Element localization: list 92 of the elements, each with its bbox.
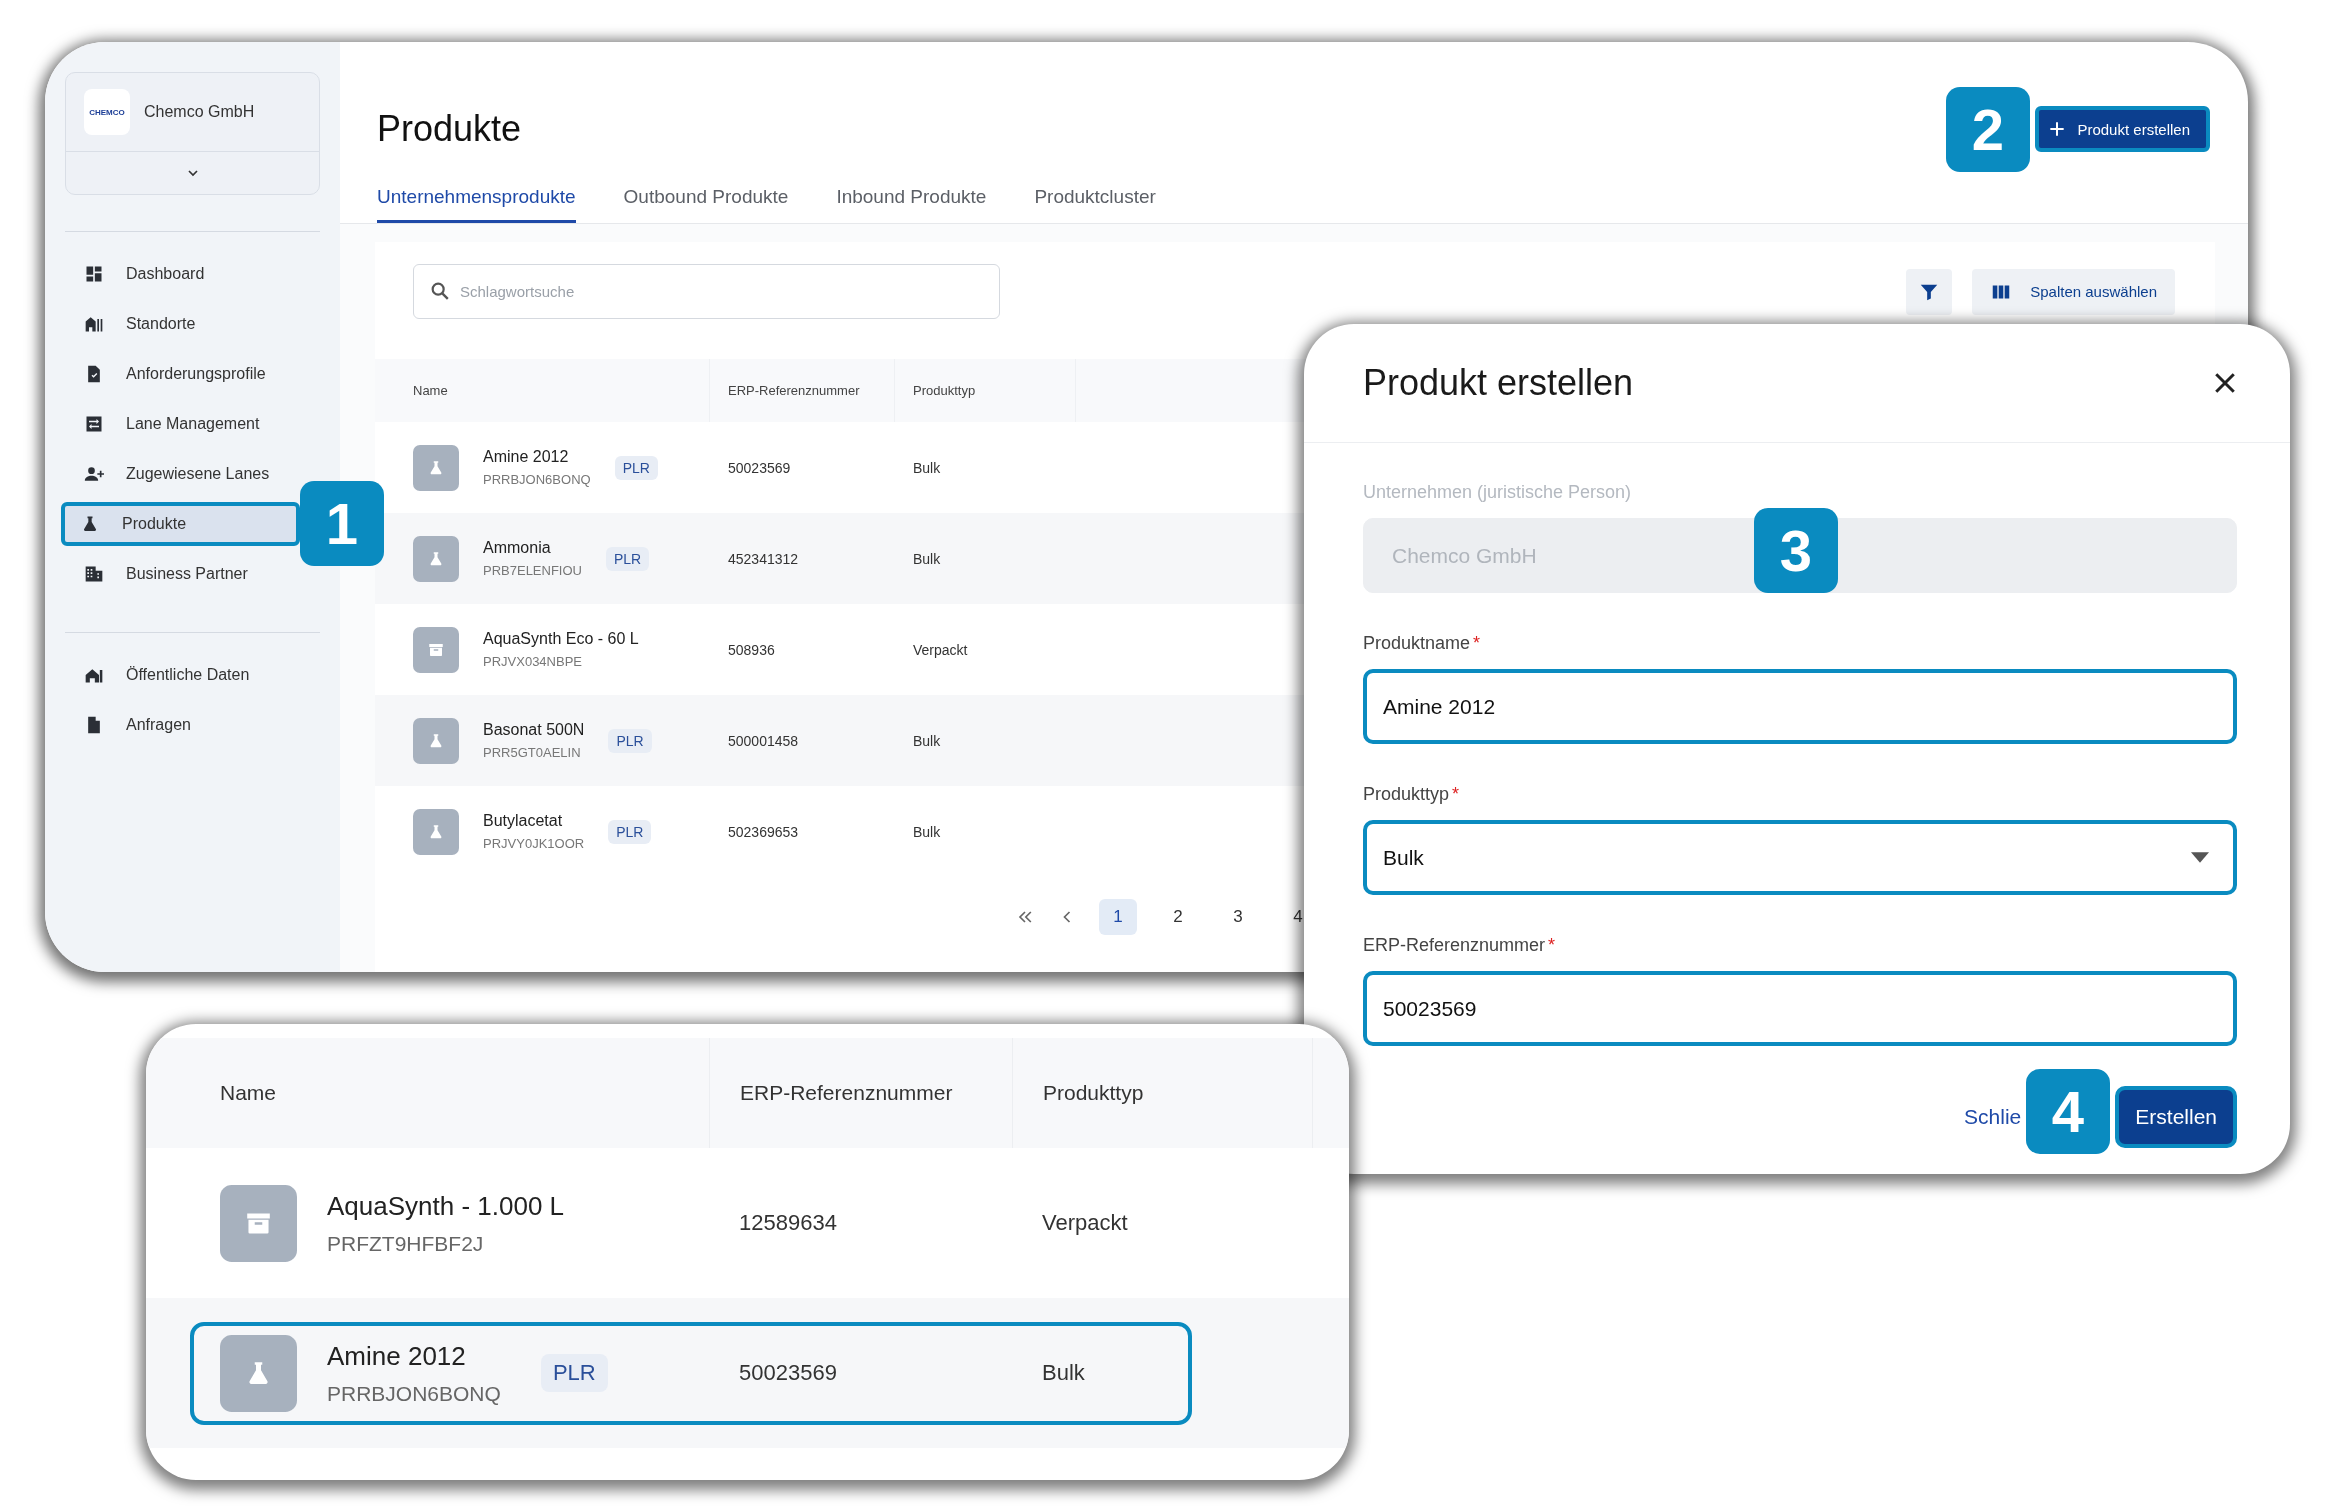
input-field[interactable]: 50023569 [1363,971,2237,1046]
table-cell-text: 50023569 [739,1360,838,1386]
company-switcher[interactable]: CHEMCO Chemco GmbH [65,72,320,195]
tab[interactable]: Produktcluster [1034,180,1156,223]
sidebar-item[interactable]: Anfragen [65,703,295,747]
product-code: PRR5GT0AELIN [483,745,582,760]
product-name: Amine 2012 [327,1340,467,1372]
highlighted-row[interactable]: Amine 2012 PRRBJON6BONQ PLR 50023569 Bulk [190,1321,1192,1425]
sidebar-item[interactable]: Lane Management [65,402,295,446]
swap-icon [84,414,104,434]
product-name: Ammonia [483,539,552,557]
search-icon [429,280,451,302]
page-title: Produkte [377,108,522,150]
person-add-icon [84,464,104,484]
step-badge: 1 [300,481,384,566]
tag: PLR [540,1354,608,1392]
table-cell: Bulk [1042,1360,1085,1386]
product-code: PRJVY0JK1OOR [483,836,585,851]
box-icon [413,626,459,673]
product-name: AquaSynth Eco - 60 L [483,630,639,648]
page-button[interactable]: 1 [1099,899,1137,935]
sidebar-item[interactable]: Anforderungsprofile [65,352,295,396]
product-code: PRJVX034NBPE [483,654,583,669]
column-header: ERP-Referenznummer [710,359,895,422]
dropdown[interactable]: Bulk [1363,820,2237,895]
table-cell-text: Verpackt [912,641,969,658]
field-label: Unternehmen (juristische Person) [1363,482,1633,502]
caret-icon [2191,852,2209,863]
product-code: PRB7ELENFIOU [483,563,582,578]
tag: PLR [614,455,658,480]
field-label: Produktname * [1363,633,1482,653]
sidebar-item[interactable]: Standorte [65,302,295,346]
dashboard-icon [84,264,104,284]
sidebar-item[interactable]: Zugewiesene Lanes [65,452,295,496]
create-product-button[interactable]: Produkt erstellen [2035,106,2210,152]
table-cell-text: 452341312 [727,550,800,567]
office-building-icon [84,564,104,584]
column-header: Produkttyp [895,359,1076,422]
table-cell: Verpackt [1042,1210,1128,1236]
product-name: Amine 2012 [483,448,570,466]
create-button[interactable]: Erstellen [2115,1086,2237,1148]
tab[interactable]: Inbound Produkte [836,180,987,223]
table-cell-text: 50023569 [727,459,792,476]
table-cell-text: 12589634 [739,1210,838,1236]
flask-icon [220,1334,297,1412]
page-button[interactable]: 3 [1219,899,1257,935]
columns-button[interactable]: Spalten auswählen [1972,268,2175,315]
field-label: ERP-Referenznummer * [1363,935,1557,955]
step-badge: 3 [1754,508,1838,593]
company-name: Chemco GmbH [144,103,255,121]
tag: PLR [608,728,652,753]
column-header: ERP-Referenznummer [710,1038,1013,1148]
flask-icon [413,808,459,855]
tag: PLR [608,819,652,844]
product-code: PRFZT9HFBF2J [327,1231,485,1256]
column-header: Name [375,359,710,422]
product-name: Basonat 500N [483,721,585,739]
product-name: AquaSynth - 1.000 L [327,1190,565,1222]
dialog-title: Produkt erstellen [1363,362,1634,404]
table-cell-text: 508936 [727,641,776,658]
field-label: Produkttyp * [1363,784,1461,804]
table-row[interactable]: AquaSynth - 1.000 L PRFZT9HFBF2J 12589634 Verpackt [190,1171,1192,1275]
step-badge: 4 [2026,1069,2110,1154]
flask-icon [413,444,459,491]
input-field[interactable]: Amine 2012 [1363,669,2237,744]
tab[interactable]: Outbound Produkte [623,180,789,223]
table-cell-text: 502369653 [727,823,800,840]
table-cell-text: Bulk [912,732,942,749]
product-code: PRRBJON6BONQ [483,472,591,487]
company-logo: CHEMCO [84,89,130,135]
sidebar-item[interactable]: Öffentliche Daten [65,653,295,697]
buildings-icon [84,314,104,334]
filter-button[interactable] [1906,268,1953,315]
box-icon [220,1184,297,1262]
sidebar-item[interactable]: Dashboard [65,252,295,296]
page-button[interactable]: 2 [1159,899,1197,935]
table-cell-text: Bulk [912,823,942,840]
flask-icon [413,535,459,582]
product-name: Butylacetat [483,812,564,830]
column-header: Produkttyp [1013,1038,1313,1148]
step-badge: 2 [1946,87,2030,172]
flask-icon [413,717,459,764]
sidebar-item[interactable]: Produkte [61,502,300,546]
product-code: PRRBJON6BONQ [327,1381,501,1406]
table-cell-text: Bulk [912,459,942,476]
column-header: Name [146,1038,710,1148]
search-field[interactable]: Schlagwortsuche [413,264,1000,319]
table-cell-text: 500001458 [727,732,800,749]
table-cell-text: Bulk [912,550,942,567]
tag: PLR [606,546,650,571]
close-link[interactable]: Schlie [1964,1105,2022,1129]
sidebar-item[interactable]: Business Partner [65,552,295,596]
